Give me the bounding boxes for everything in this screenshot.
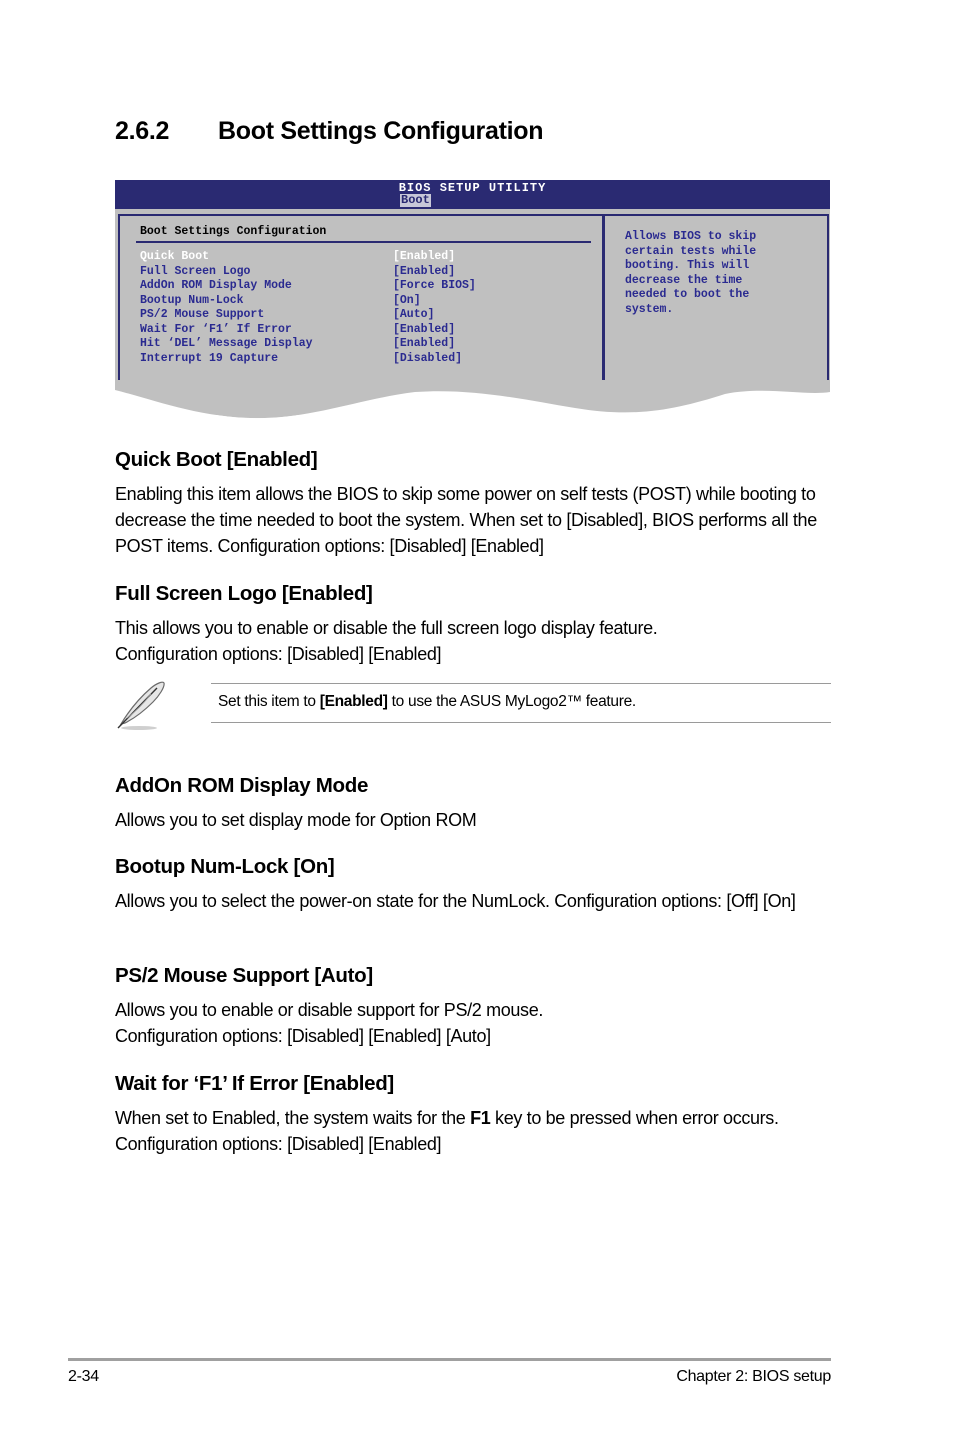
bios-item-interrupt-19-capture[interactable]: Interrupt 19 Capture [Disabled]	[140, 352, 476, 367]
topic-body-bold: F1	[470, 1108, 491, 1128]
note-top-rule	[211, 683, 831, 684]
topic-heading-full-screen-logo: Full Screen Logo [Enabled]	[115, 582, 373, 605]
bios-screenshot: BIOS SETUP UTILITY Boot Boot Settings Co…	[115, 180, 830, 420]
topic-body-pre: When set to Enabled, the system waits fo…	[115, 1108, 471, 1128]
bios-item-value: [Disabled]	[393, 351, 463, 365]
bios-header: BIOS SETUP UTILITY Boot	[115, 180, 830, 209]
topic-body-wait-f1: When set to Enabled, the system waits fo…	[115, 1105, 815, 1157]
topic-heading-num-lock: Bootup Num-Lock [On]	[115, 855, 335, 878]
bios-panel-title: Boot Settings Configuration	[140, 225, 327, 238]
feather-pen-icon	[117, 681, 165, 730]
page-number: 2-34	[68, 1368, 99, 1385]
bios-item-quick-boot[interactable]: Quick Boot [Enabled]	[140, 250, 476, 265]
bios-item-label: Hit ‘DEL’ Message Display	[140, 337, 313, 350]
bios-item-bootup-num-lock[interactable]: Bootup Num-Lock [On]	[140, 294, 476, 309]
bios-help-text: Allows BIOS to skip certain tests while …	[625, 230, 757, 316]
section-number: 2.6.2	[115, 117, 170, 145]
bios-item-value: [Force BIOS]	[393, 279, 476, 292]
bios-item-value: [Auto]	[393, 308, 435, 321]
topic-heading-wait-f1: Wait for ‘F1’ If Error [Enabled]	[115, 1072, 394, 1095]
bios-item-value: [On]	[393, 293, 421, 307]
topic-body-ps2-mouse: Allows you to enable or disable support …	[115, 997, 845, 1049]
bios-tab-boot[interactable]: Boot	[400, 194, 431, 207]
bios-item-full-screen-logo[interactable]: Full Screen Logo [Enabled]	[140, 265, 476, 280]
bios-item-ps2-mouse-support[interactable]: PS/2 Mouse Support [Auto]	[140, 308, 476, 323]
footer-rule	[68, 1358, 831, 1361]
bios-item-label: Quick Boot	[140, 250, 210, 263]
bios-item-hit-del-message[interactable]: Hit ‘DEL’ Message Display [Enabled]	[140, 337, 476, 352]
bios-item-addon-rom-display-mode[interactable]: AddOn ROM Display Mode [Force BIOS]	[140, 279, 476, 294]
bios-separator	[136, 241, 591, 243]
topic-body-addon-rom: Allows you to set display mode for Optio…	[115, 810, 477, 830]
bios-help-panel: Allows BIOS to skip certain tests while …	[603, 214, 829, 387]
bios-item-wait-for-f1[interactable]: Wait For ‘F1’ If Error [Enabled]	[140, 323, 476, 338]
note-text-pre: Set this item to	[218, 693, 320, 710]
topic-body-num-lock: Allows you to select the power-on state …	[115, 891, 796, 911]
section-heading: Boot Settings Configuration	[218, 117, 544, 145]
topic-body-line: Configuration options: [Disabled] [Enabl…	[115, 1026, 491, 1046]
bios-item-list: Quick Boot [Enabled] Full Screen Logo [Ena…	[140, 250, 476, 366]
section-title: 2.6.2 Boot Settings Configuration	[115, 117, 544, 146]
note-text: Set this item to [Enabled] to use the AS…	[218, 693, 636, 711]
topic-heading-quick-boot: Quick Boot [Enabled]	[115, 448, 318, 471]
chapter-label: Chapter 2: BIOS setup	[676, 1368, 831, 1385]
bios-item-label: Wait For ‘F1’ If Error	[140, 322, 292, 336]
note-text-post: to use the ASUS MyLogo2™ feature.	[387, 693, 637, 710]
topic-heading-ps2-mouse: PS/2 Mouse Support [Auto]	[115, 964, 373, 987]
topic-body-line: This allows you to enable or disable the…	[115, 618, 658, 638]
bios-item-label: Bootup Num-Lock	[140, 293, 244, 307]
bios-item-label: AddOn ROM Display Mode	[140, 279, 292, 292]
bios-item-value: [Enabled]	[393, 264, 456, 278]
bios-item-label: Full Screen Logo	[140, 264, 251, 278]
topic-body-line: Configuration options: [Disabled] [Enabl…	[115, 644, 442, 664]
bios-settings-panel: Boot Settings Configuration Quick Boot [E…	[118, 214, 604, 387]
bios-item-value: [Enabled]	[393, 337, 456, 350]
torn-edge	[115, 380, 830, 420]
bios-item-value: [Enabled]	[393, 250, 456, 263]
bios-utility-title: BIOS SETUP UTILITY	[398, 181, 547, 195]
note-bottom-rule	[211, 722, 831, 723]
note-text-bold: [Enabled]	[319, 693, 388, 710]
bios-item-label: PS/2 Mouse Support	[140, 308, 265, 321]
topic-body-line: Allows you to enable or disable support …	[115, 1000, 543, 1020]
topic-body-quick-boot: Enabling this item allows the BIOS to sk…	[115, 484, 817, 556]
bios-item-label: Interrupt 19 Capture	[140, 351, 279, 365]
bios-item-value: [Enabled]	[393, 322, 456, 336]
topic-body-full-screen-logo: This allows you to enable or disable the…	[115, 615, 845, 667]
topic-heading-addon-rom: AddOn ROM Display Mode	[115, 774, 369, 797]
